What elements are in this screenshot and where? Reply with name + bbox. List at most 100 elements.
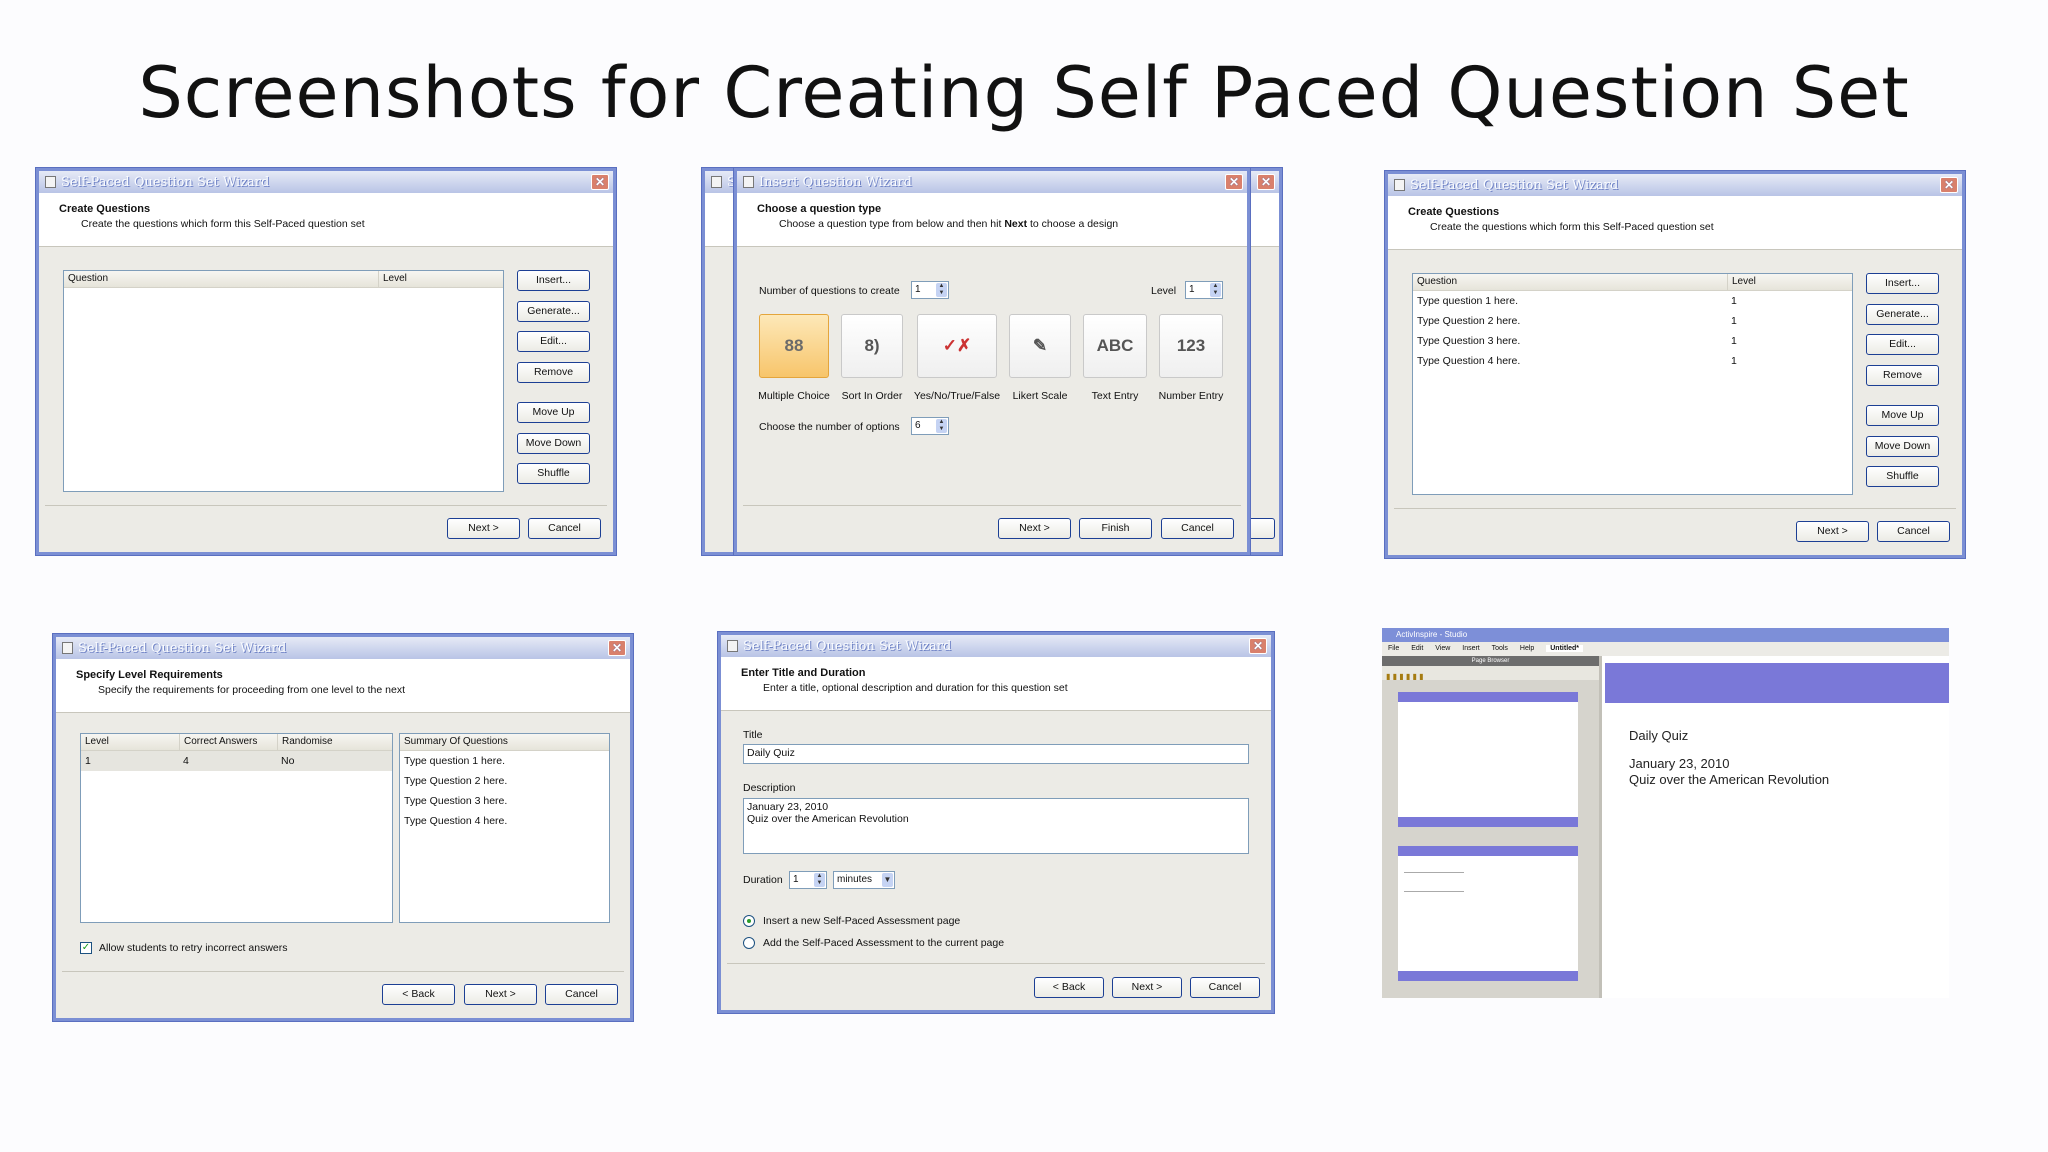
title-field[interactable]: Daily Quiz (743, 744, 1249, 764)
finish-button[interactable]: Finish (1079, 518, 1152, 539)
chevron-down-icon[interactable]: ▼ (882, 873, 893, 887)
cancel-button[interactable]: Cancel (1190, 977, 1260, 998)
close-icon[interactable]: ✕ (608, 640, 626, 656)
options-spinner[interactable]: 6 ▲ ▼ (911, 417, 949, 435)
question-type-yes-no[interactable]: ✓✗ (917, 314, 997, 378)
column-level[interactable]: Level (1727, 274, 1853, 290)
column-question[interactable]: Question (1413, 274, 1727, 290)
type-label: Yes/No/True/False (913, 390, 1001, 402)
question-type-text-entry[interactable]: ABC (1083, 314, 1147, 378)
question-type-number-entry[interactable]: 123 (1159, 314, 1223, 378)
column-question[interactable]: Question (64, 271, 378, 287)
close-icon[interactable]: ✕ (1249, 638, 1267, 654)
level-table[interactable]: Level Correct Answers Randomise 1 4 No (80, 733, 393, 923)
move-down-button[interactable]: Move Down (1866, 436, 1939, 457)
column-correct-answers[interactable]: Correct Answers (179, 734, 277, 750)
radio-current-page[interactable] (743, 937, 755, 949)
remove-button[interactable]: Remove (1866, 365, 1939, 386)
table-row[interactable]: Type Question 4 here. 1 (1413, 351, 1852, 371)
shuffle-button[interactable]: Shuffle (1866, 466, 1939, 487)
question-type-multiple-choice[interactable]: 88 (759, 314, 829, 378)
studio-title: ActivInspire - Studio (1396, 630, 1468, 639)
menu-edit[interactable]: Edit (1411, 645, 1423, 652)
duration-spinner[interactable]: 1 ▲ ▼ (789, 871, 827, 889)
close-icon[interactable]: ✕ (1940, 177, 1958, 193)
wizard-icon (711, 176, 722, 188)
quiz-title-text: Daily Quiz (1629, 728, 1689, 743)
menu-view[interactable]: View (1435, 645, 1450, 652)
question-type-likert-scale[interactable]: ✎ (1009, 314, 1071, 378)
title-bar[interactable]: Self-Paced Question Set Wizard ✕ (56, 637, 630, 659)
next-button[interactable]: Next > (1796, 521, 1869, 542)
remove-button[interactable]: Remove (517, 362, 590, 383)
close-icon[interactable]: ✕ (1225, 174, 1243, 190)
edit-button[interactable]: Edit... (517, 331, 590, 352)
wizard-window-title-duration: Self-Paced Question Set Wizard ✕ Enter T… (718, 632, 1274, 1013)
studio-titlebar: ActivInspire - Studio (1382, 628, 1949, 642)
title-bar[interactable]: Self-Paced Question Set Wizard ✕ (39, 171, 613, 193)
spinner-arrows-icon[interactable]: ▲ ▼ (1210, 283, 1221, 297)
insert-button[interactable]: Insert... (517, 270, 590, 291)
spinner-arrows-icon[interactable]: ▲ ▼ (936, 419, 947, 433)
insert-button[interactable]: Insert... (1866, 273, 1939, 294)
page-browser-toolbar: ▮ ▮ ▮ ▮ ▮ ▮ (1382, 666, 1599, 681)
next-button[interactable]: Next > (464, 984, 537, 1005)
retry-checkbox[interactable]: ✓ (80, 942, 92, 954)
back-button[interactable]: < Back (1034, 977, 1104, 998)
column-level[interactable]: Level (81, 734, 179, 750)
cancel-button[interactable]: Cancel (1877, 521, 1950, 542)
move-down-button[interactable]: Move Down (517, 433, 590, 454)
footer-divider (743, 505, 1241, 506)
menu-help[interactable]: Help (1520, 645, 1534, 652)
cancel-button[interactable]: Cancel (528, 518, 601, 539)
page-thumbnail-2[interactable] (1398, 846, 1578, 981)
column-level[interactable]: Level (378, 271, 504, 287)
column-randomise[interactable]: Randomise (277, 734, 393, 750)
cancel-button[interactable]: Cancel (545, 984, 618, 1005)
title-bar[interactable]: Self-Paced Question Set Wizard ✕ (721, 635, 1271, 657)
table-row[interactable]: Type question 1 here. 1 (1413, 291, 1852, 311)
menu-tools[interactable]: Tools (1492, 645, 1508, 652)
spinner-arrows-icon[interactable]: ▲ ▼ (936, 283, 947, 297)
spinner-arrows-icon[interactable]: ▲ ▼ (814, 873, 825, 887)
move-up-button[interactable]: Move Up (517, 402, 590, 423)
close-icon[interactable]: ✕ (591, 174, 609, 190)
menu-file[interactable]: File (1388, 645, 1399, 652)
toolbar-icons[interactable]: ▮ ▮ ▮ ▮ ▮ ▮ (1382, 672, 1424, 681)
close-icon[interactable]: ✕ (1257, 174, 1275, 190)
table-row[interactable]: 1 4 No (81, 751, 392, 771)
table-row[interactable]: Type Question 2 here. 1 (1413, 311, 1852, 331)
title-bar[interactable]: Self-Paced Question Set Wizard ✕ (1388, 174, 1962, 196)
title-bar[interactable]: Insert Question Wizard ✕ (737, 171, 1247, 193)
retry-label: Allow students to retry incorrect answer… (99, 942, 288, 954)
cancel-button[interactable]: Cancel (1161, 518, 1234, 539)
next-button[interactable]: Next > (447, 518, 520, 539)
level-spinner[interactable]: 1 ▲ ▼ (1185, 281, 1223, 299)
header-subtitle: Specify the requirements for proceeding … (98, 684, 406, 696)
back-button[interactable]: < Back (382, 984, 455, 1005)
question-list[interactable]: Question Level Type question 1 here. 1 Ty… (1412, 273, 1853, 495)
radio-new-page[interactable] (743, 915, 755, 927)
generate-button[interactable]: Generate... (517, 301, 590, 322)
generate-button[interactable]: Generate... (1866, 304, 1939, 325)
list-item: Type Question 4 here. (400, 811, 609, 831)
move-up-button[interactable]: Move Up (1866, 405, 1939, 426)
edit-button[interactable]: Edit... (1866, 334, 1939, 355)
table-row[interactable]: Type Question 3 here. 1 (1413, 331, 1852, 351)
next-button[interactable]: Next > (998, 518, 1071, 539)
question-list[interactable]: Question Level (63, 270, 504, 492)
column-summary[interactable]: Summary Of Questions (400, 734, 610, 750)
description-field[interactable]: January 23, 2010 Quiz over the American … (743, 798, 1249, 854)
menu-insert[interactable]: Insert (1462, 645, 1480, 652)
footer-divider (45, 505, 607, 506)
description-line: Quiz over the American Revolution (747, 813, 909, 825)
shuffle-button[interactable]: Shuffle (517, 463, 590, 484)
num-questions-spinner[interactable]: 1 ▲ ▼ (911, 281, 949, 299)
page-thumbnail-1[interactable] (1398, 692, 1578, 827)
next-button[interactable]: Next > (1112, 977, 1182, 998)
summary-list[interactable]: Summary Of Questions Type question 1 her… (399, 733, 610, 923)
list-item: Type Question 3 here. (400, 791, 609, 811)
question-type-sort-in-order[interactable]: 8) (841, 314, 903, 378)
duration-unit-select[interactable]: minutes ▼ (833, 871, 895, 889)
document-tab[interactable]: Untitled* (1546, 645, 1584, 652)
